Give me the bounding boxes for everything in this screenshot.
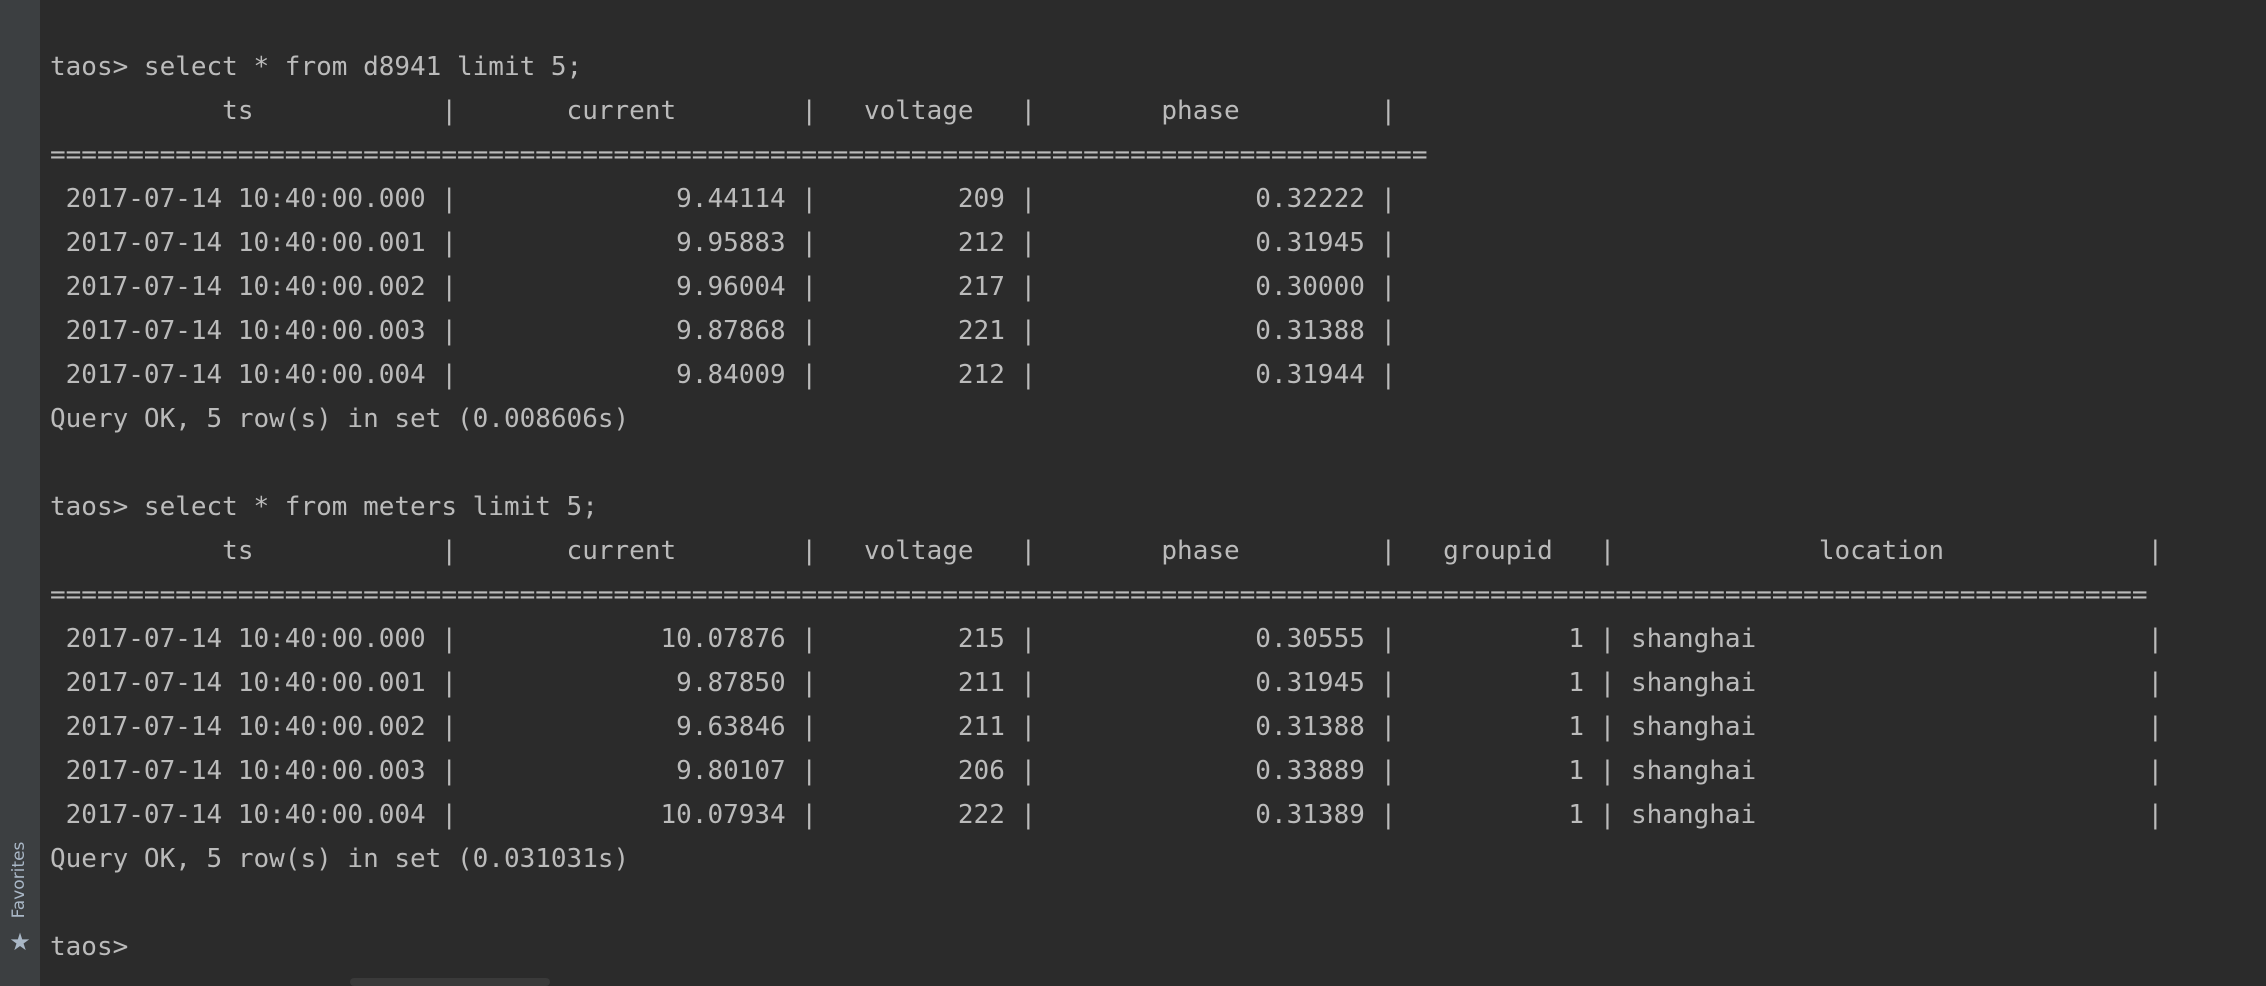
favorites-label: Favorites [9, 841, 29, 919]
table-row: 2017-07-14 10:40:00.001 | 9.87850 | 211 … [50, 668, 2164, 698]
query-status: Query OK, 5 row(s) in set (0.031031s) [50, 844, 630, 874]
active-prompt[interactable]: taos> [50, 925, 2163, 969]
terminal-window: Favorites ★ taos> select * from d8941 li… [0, 0, 2266, 986]
table-row: 2017-07-14 10:40:00.003 | 9.87868 | 221 … [50, 316, 1397, 346]
prompt-line: taos> select * from d8941 limit 5; [50, 52, 583, 82]
prompt-line: taos> select * from meters limit 5; [50, 492, 598, 522]
table-header-row: ts | current | voltage | phase | groupid… [50, 536, 2164, 566]
table-row: 2017-07-14 10:40:00.000 | 9.44114 | 209 … [50, 184, 1397, 214]
table-row: 2017-07-14 10:40:00.000 | 10.07876 | 215… [50, 624, 2164, 654]
table-header-row: ts | current | voltage | phase | [50, 96, 1397, 126]
table-row: 2017-07-14 10:40:00.003 | 9.80107 | 206 … [50, 756, 2164, 786]
table-row: 2017-07-14 10:40:00.002 | 9.63846 | 211 … [50, 712, 2164, 742]
table-separator: ========================================… [50, 140, 1428, 170]
table-row: 2017-07-14 10:40:00.001 | 9.95883 | 212 … [50, 228, 1397, 258]
table-row: 2017-07-14 10:40:00.004 | 10.07934 | 222… [50, 800, 2164, 830]
terminal-panel[interactable]: taos> select * from d8941 limit 5; ts | … [40, 0, 2266, 986]
table-row: 2017-07-14 10:40:00.002 | 9.96004 | 217 … [50, 272, 1397, 302]
horizontal-scrollbar[interactable] [350, 978, 550, 986]
favorites-tab[interactable]: Favorites ★ [4, 820, 36, 970]
query-status: Query OK, 5 row(s) in set (0.008606s) [50, 404, 630, 434]
left-tool-strip: Favorites ★ [0, 0, 41, 986]
star-icon: ★ [9, 928, 31, 956]
terminal-output[interactable]: taos> select * from d8941 limit 5; ts | … [50, 45, 2163, 969]
table-row: 2017-07-14 10:40:00.004 | 9.84009 | 212 … [50, 360, 1397, 390]
table-separator: ========================================… [50, 580, 2148, 610]
